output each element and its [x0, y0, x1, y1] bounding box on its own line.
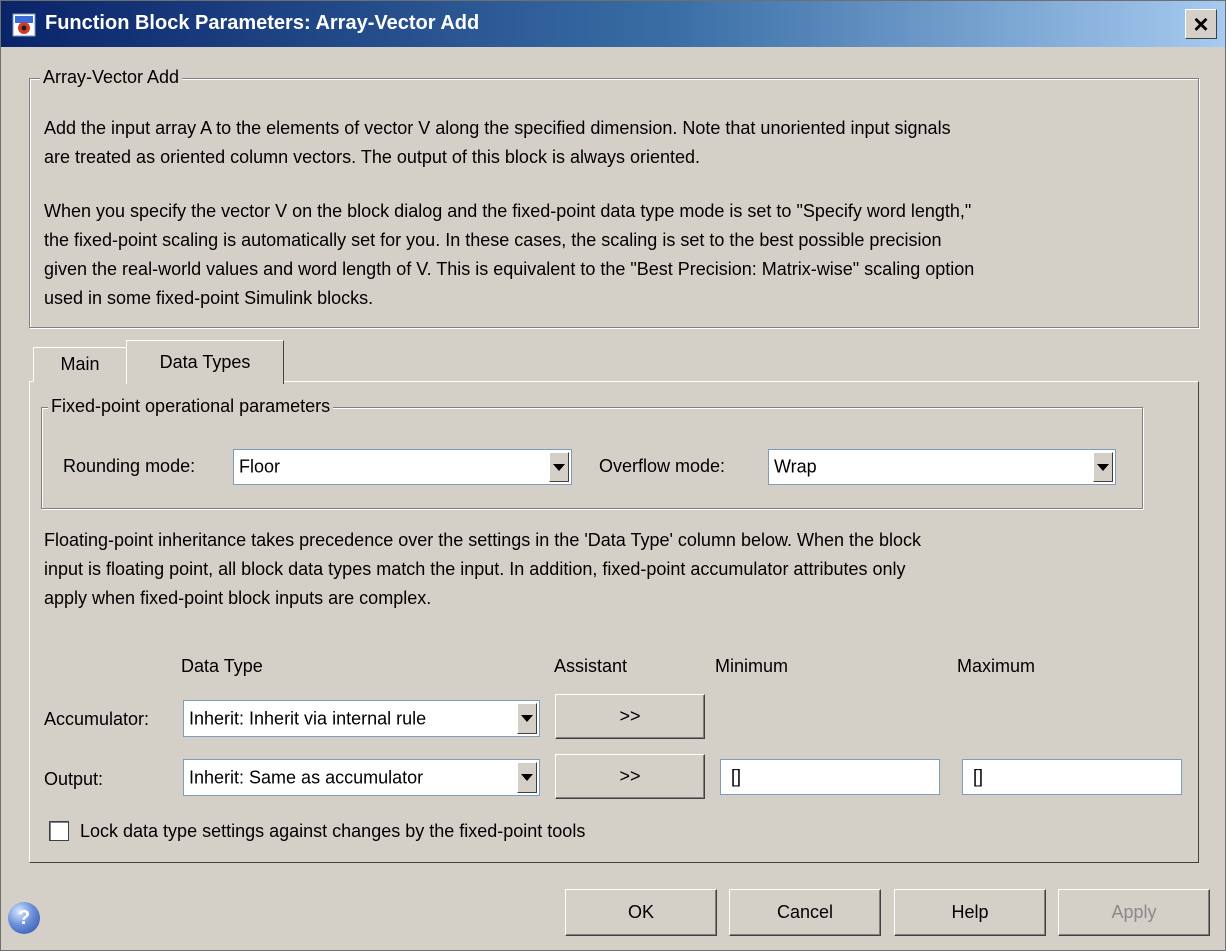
dialog-window: Function Block Parameters: Array-Vector … — [0, 0, 1226, 951]
chevron-down-icon — [553, 463, 565, 471]
window-title: Function Block Parameters: Array-Vector … — [45, 12, 480, 34]
tab-data-types-label: Data Types — [159, 352, 251, 372]
accumulator-data-type-select[interactable]: Inherit: Inherit via internal rule — [183, 700, 540, 737]
chevron-down-icon — [1097, 463, 1109, 471]
chevron-down-icon — [521, 774, 533, 781]
close-button[interactable]: × — [1185, 9, 1217, 39]
help-button[interactable]: Help — [894, 889, 1046, 936]
description-line: the fixed-point scaling is automatically… — [44, 230, 942, 250]
rounding-mode-dropdown-button[interactable] — [549, 452, 569, 482]
description-line: are treated as oriented column vectors. … — [44, 147, 701, 167]
overflow-mode-select[interactable]: Wrap — [768, 449, 1116, 485]
accumulator-data-type-value: Inherit: Inherit via internal rule — [189, 708, 427, 728]
overflow-mode-dropdown-button[interactable] — [1093, 452, 1113, 482]
simulink-block-icon — [12, 13, 36, 37]
description-line: Add the input array A to the elements of… — [44, 118, 951, 138]
lock-data-type-checkbox[interactable] — [49, 821, 69, 841]
rounding-mode-value: Floor — [239, 456, 281, 477]
apply-button[interactable]: Apply — [1058, 889, 1210, 936]
accumulator-label: Accumulator: — [44, 709, 150, 729]
column-header-data-type: Data Type — [181, 656, 263, 676]
inheritance-note-line: input is floating point, all block data … — [44, 559, 906, 579]
inheritance-note-line: apply when fixed-point block inputs are … — [44, 588, 432, 608]
ok-button[interactable]: OK — [565, 889, 717, 936]
apply-button-label: Apply — [1111, 902, 1157, 922]
column-header-assistant: Assistant — [554, 656, 628, 676]
output-minimum-value: [] — [731, 766, 742, 787]
description-group-title: Array-Vector Add — [40, 67, 183, 88]
inheritance-note-line: Floating-point inheritance takes precede… — [44, 530, 922, 550]
output-label: Output: — [44, 769, 104, 789]
description-line: used in some fixed-point Simulink blocks… — [44, 288, 374, 308]
description-line: When you specify the vector V on the blo… — [44, 201, 972, 221]
assistant-button-label: >> — [619, 766, 641, 786]
rounding-mode-select[interactable]: Floor — [233, 449, 572, 485]
overflow-mode-value: Wrap — [774, 456, 817, 477]
help-question-glyph: ? — [17, 906, 31, 929]
assistant-button-label: >> — [619, 706, 641, 726]
lock-data-type-label[interactable]: Lock data type settings against changes … — [80, 821, 585, 842]
cancel-button-label: Cancel — [776, 902, 834, 922]
output-dropdown-button[interactable] — [517, 762, 537, 793]
tab-main[interactable]: Main — [33, 347, 127, 382]
accumulator-dropdown-button[interactable] — [517, 703, 537, 734]
help-question-icon[interactable]: ? — [8, 902, 40, 934]
output-maximum-value: [] — [973, 766, 984, 787]
output-assistant-button[interactable]: >> — [555, 754, 705, 799]
output-data-type-select[interactable]: Inherit: Same as accumulator — [183, 759, 540, 796]
column-header-minimum: Minimum — [715, 656, 789, 676]
column-header-maximum: Maximum — [957, 656, 1036, 676]
tab-main-label: Main — [60, 354, 100, 374]
title-bar[interactable]: Function Block Parameters: Array-Vector … — [1, 1, 1225, 47]
rounding-mode-label: Rounding mode: — [63, 456, 196, 476]
description-line: given the real-world values and word len… — [44, 259, 975, 279]
accumulator-assistant-button[interactable]: >> — [555, 694, 705, 739]
output-maximum-input[interactable]: [] — [962, 759, 1182, 795]
cancel-button[interactable]: Cancel — [729, 889, 881, 936]
chevron-down-icon — [521, 715, 533, 722]
output-minimum-input[interactable]: [] — [720, 759, 940, 795]
fixed-point-group-title: Fixed-point operational parameters — [48, 396, 334, 417]
overflow-mode-label: Overflow mode: — [599, 456, 726, 476]
tab-data-types[interactable]: Data Types — [126, 340, 284, 384]
close-icon: × — [1193, 9, 1209, 39]
ok-button-label: OK — [627, 902, 654, 922]
help-button-label: Help — [951, 902, 989, 922]
output-data-type-value: Inherit: Same as accumulator — [189, 767, 424, 787]
